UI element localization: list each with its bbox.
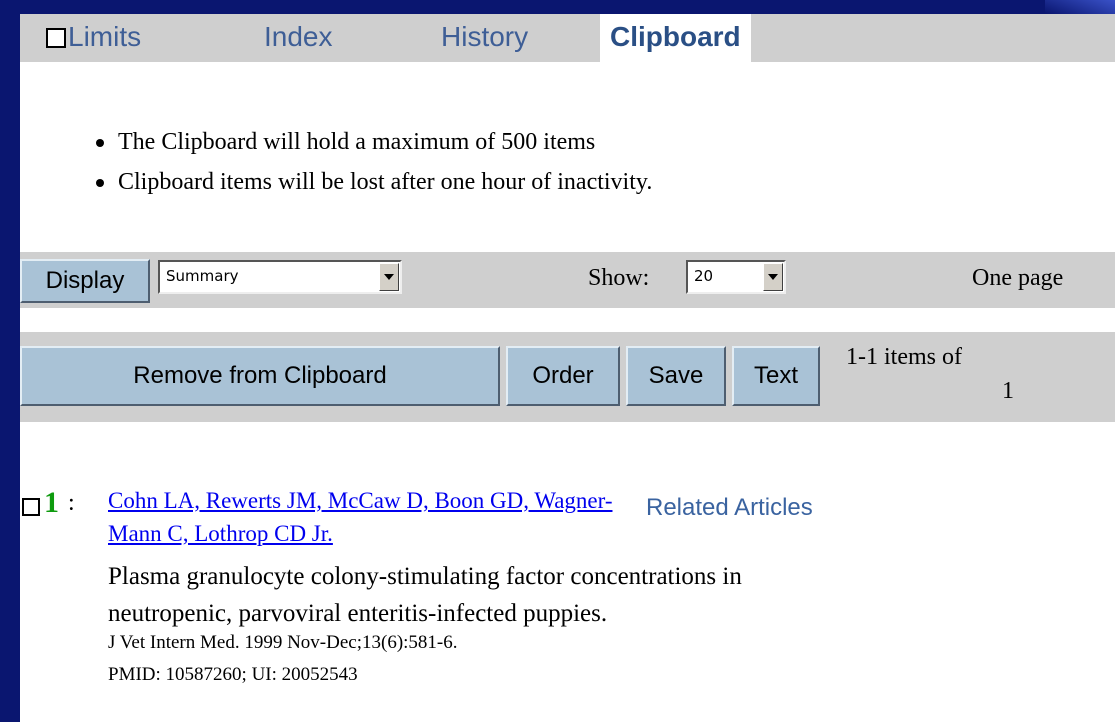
- tab-history[interactable]: History: [441, 21, 528, 53]
- remove-from-clipboard-button[interactable]: Remove from Clipboard: [20, 346, 500, 406]
- note-text: Clipboard items will be lost after one h…: [118, 169, 653, 195]
- display-toolbar: Display Summary Show: 20 One page: [20, 252, 1115, 308]
- result-select-checkbox[interactable]: [22, 498, 40, 516]
- limits-checkbox[interactable]: [46, 28, 66, 48]
- related-articles-link[interactable]: Related Articles: [646, 494, 813, 522]
- show-count-select[interactable]: 20: [686, 260, 786, 294]
- text-button[interactable]: Text: [732, 346, 820, 406]
- format-select[interactable]: Summary: [158, 260, 402, 294]
- format-select-value: Summary: [166, 267, 239, 285]
- bullet-icon: [96, 179, 104, 187]
- result-title-line: neutropenic, parvoviral enteritis-infect…: [108, 600, 608, 627]
- tab-limits[interactable]: Limits: [68, 21, 141, 53]
- result-journal: J Vet Intern Med. 1999 Nov-Dec;13(6):581…: [108, 632, 458, 653]
- note-item: The Clipboard will hold a maximum of 500…: [96, 122, 652, 162]
- clipboard-notes: The Clipboard will hold a maximum of 500…: [96, 122, 653, 202]
- result-authors-link[interactable]: Cohn LA, Rewerts JM, McCaw D, Boon GD, W…: [108, 484, 628, 550]
- result-number: 1: [44, 486, 59, 519]
- result-title: Plasma granulocyte colony-stimulating fa…: [108, 558, 1008, 632]
- chevron-down-icon[interactable]: [379, 263, 399, 291]
- note-text: The Clipboard will hold a maximum of 500…: [118, 129, 596, 155]
- tab-bar: Limits Index History Clipboard: [20, 14, 1115, 62]
- bullet-icon: [96, 139, 104, 147]
- items-count-label: 1-1 items of: [846, 344, 962, 370]
- result-colon: :: [68, 490, 75, 516]
- items-count-total: 1: [1002, 378, 1014, 404]
- chevron-down-icon[interactable]: [763, 263, 783, 291]
- tab-index[interactable]: Index: [264, 21, 333, 53]
- result-ids: PMID: 10587260; UI: 20052543: [108, 664, 358, 685]
- show-label: Show:: [588, 265, 650, 291]
- show-count-value: 20: [694, 267, 714, 285]
- clipboard-actions-bar: Remove from Clipboard Order Save Text 1-…: [20, 332, 1115, 422]
- save-button[interactable]: Save: [626, 346, 726, 406]
- note-item: Clipboard items will be lost after one h…: [96, 162, 653, 202]
- result-title-line: Plasma granulocyte colony-stimulating fa…: [108, 563, 742, 590]
- order-button[interactable]: Order: [506, 346, 620, 406]
- pubmed-panel: Limits Index History Clipboard The Clipb…: [20, 14, 1115, 722]
- tab-clipboard[interactable]: Clipboard: [600, 14, 751, 62]
- pages-label: One page: [972, 265, 1064, 291]
- display-button[interactable]: Display: [20, 259, 150, 303]
